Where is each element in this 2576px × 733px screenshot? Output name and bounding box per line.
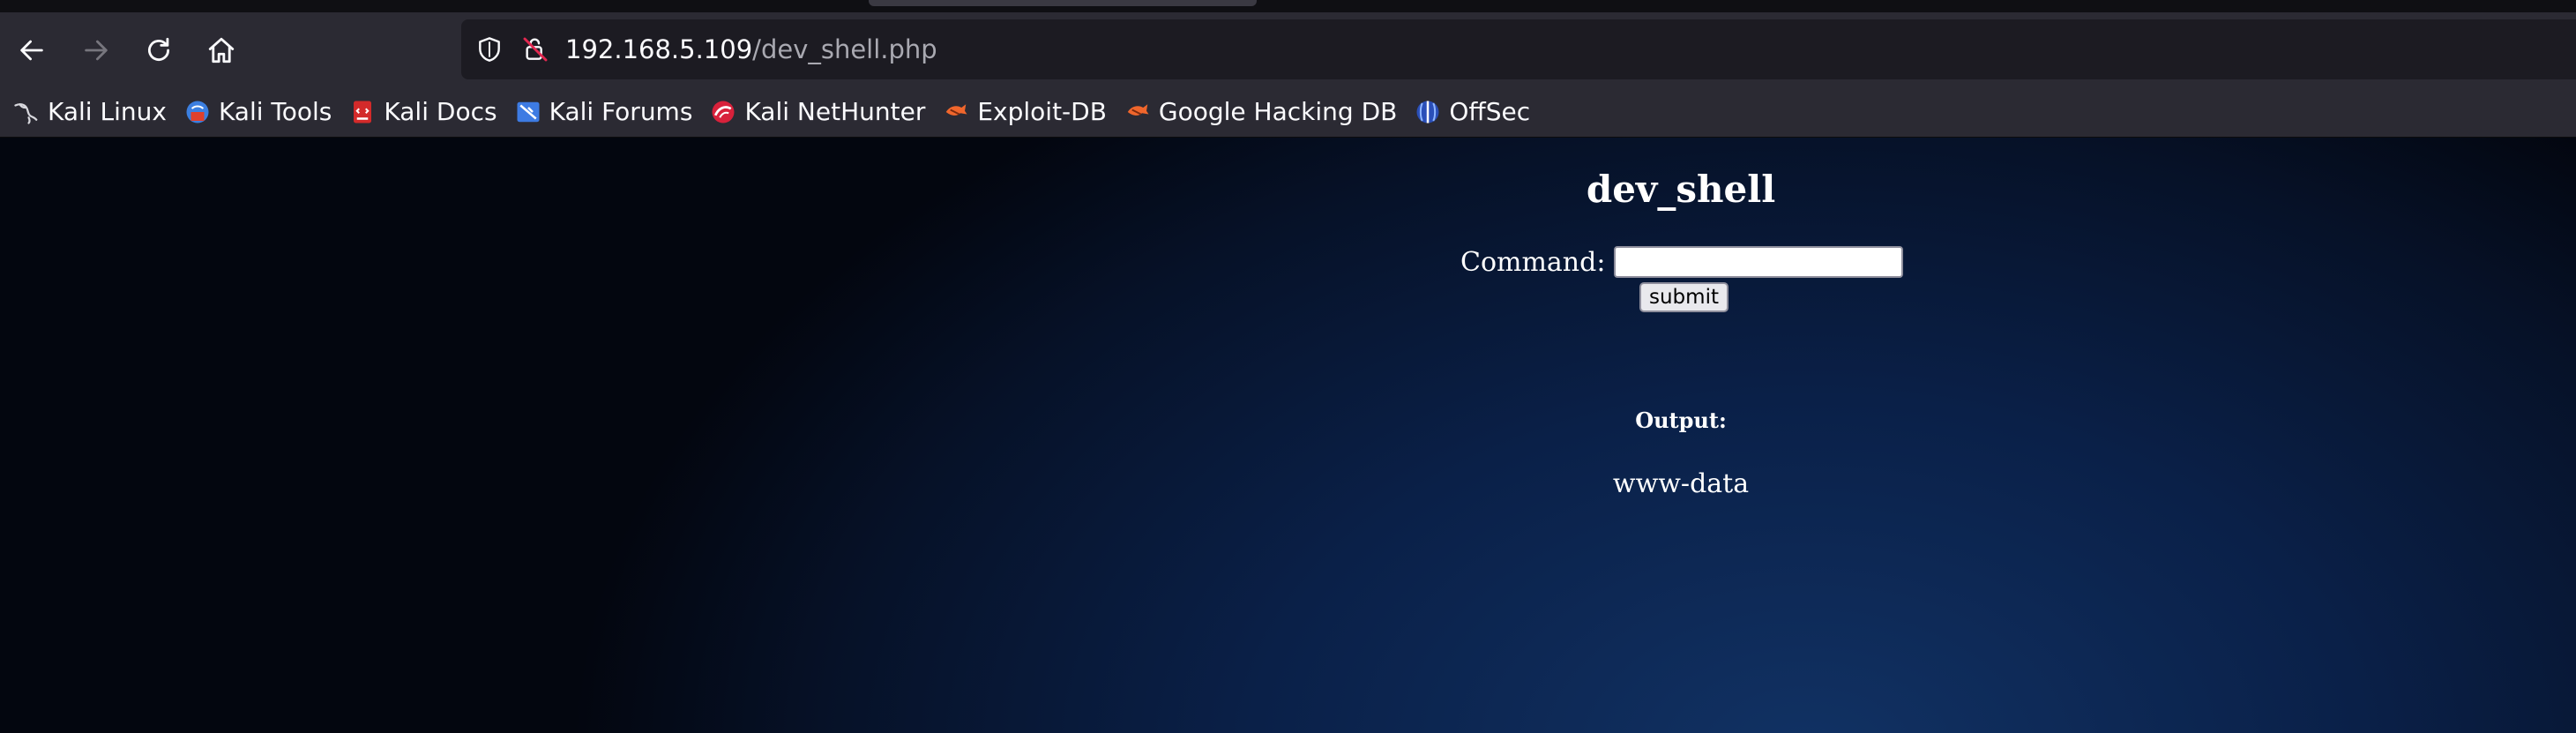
kali-docs-icon <box>349 99 376 125</box>
output-label: Output: <box>1635 408 1727 433</box>
command-form: Command: <box>1460 246 1904 278</box>
forward-button[interactable] <box>74 28 118 72</box>
bookmark-kali-linux[interactable]: Kali Linux <box>6 92 174 132</box>
exploit-db-icon <box>1124 99 1151 125</box>
kali-dragon-icon <box>13 99 40 125</box>
bookmark-label: Exploit-DB <box>977 97 1107 126</box>
bookmark-label: Kali Docs <box>384 97 497 126</box>
offsec-icon <box>1415 99 1441 125</box>
url-host: 192.168.5.109 <box>565 34 753 64</box>
bookmark-label: Google Hacking DB <box>1158 97 1398 126</box>
navigation-toolbar: 192.168.5.109/dev_shell.php <box>0 12 2576 86</box>
home-button[interactable] <box>199 28 243 72</box>
command-input[interactable] <box>1614 246 1904 278</box>
bookmarks-toolbar: Kali Linux Kali Tools Kali Docs Kali For… <box>0 86 2576 138</box>
bookmark-exploit-db[interactable]: Exploit-DB <box>936 92 1114 132</box>
bookmark-google-hacking-db[interactable]: Google Hacking DB <box>1117 92 1404 132</box>
tab-strip <box>0 0 2576 12</box>
submit-button[interactable]: submit <box>1639 282 1729 312</box>
command-label: Command: <box>1460 246 1606 278</box>
bookmark-kali-tools[interactable]: Kali Tools <box>177 92 339 132</box>
url-text[interactable]: 192.168.5.109/dev_shell.php <box>565 34 937 64</box>
url-bar[interactable]: 192.168.5.109/dev_shell.php <box>461 19 2576 79</box>
exploit-db-icon <box>943 99 969 125</box>
insecure-lock-icon[interactable] <box>518 32 553 67</box>
back-button[interactable] <box>10 28 54 72</box>
url-path: /dev_shell.php <box>752 34 937 64</box>
browser-window: 192.168.5.109/dev_shell.php Kali Linux K… <box>0 0 2576 733</box>
bookmark-label: Kali Linux <box>48 97 167 126</box>
kali-tools-icon <box>184 99 211 125</box>
page-title: dev_shell <box>1586 168 1776 211</box>
page-content: dev_shell Command: submit Output: www-da… <box>0 138 2576 733</box>
bookmark-offsec[interactable]: OffSec <box>1407 92 1537 132</box>
bookmark-label: Kali Forums <box>549 97 693 126</box>
output-value: www-data <box>1612 468 1750 499</box>
bookmark-kali-docs[interactable]: Kali Docs <box>342 92 504 132</box>
reload-icon <box>148 37 170 62</box>
bookmark-label: Kali Tools <box>218 97 332 126</box>
bookmark-label: OffSec <box>1449 97 1531 126</box>
bookmark-label: Kali NetHunter <box>744 97 926 126</box>
bookmark-kali-forums[interactable]: Kali Forums <box>508 92 700 132</box>
home-icon <box>208 37 235 64</box>
active-tab[interactable] <box>869 0 1257 6</box>
arrow-right-icon <box>85 40 108 61</box>
shield-icon[interactable] <box>472 32 507 67</box>
kali-forums-icon <box>515 99 541 125</box>
reload-button[interactable] <box>137 28 181 72</box>
arrow-left-icon <box>20 40 43 61</box>
kali-nethunter-icon <box>710 99 736 125</box>
bookmark-kali-nethunter[interactable]: Kali NetHunter <box>703 92 932 132</box>
